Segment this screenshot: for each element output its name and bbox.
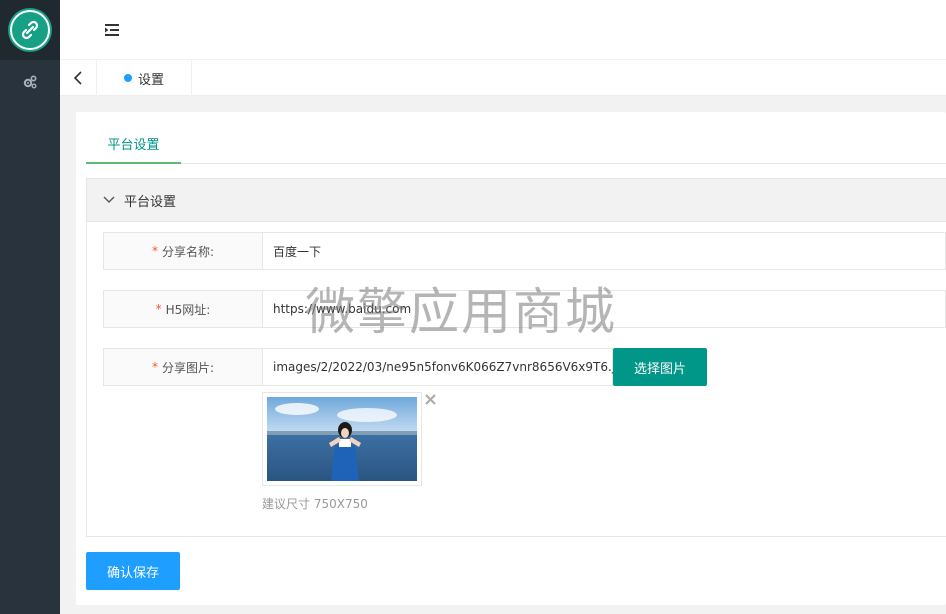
h5-url-label: * H5网址: — [103, 290, 263, 328]
h5-url-row: * H5网址: https://www.baidu.com — [103, 290, 946, 328]
select-image-button[interactable]: 选择图片 — [613, 348, 707, 386]
logo[interactable] — [0, 0, 60, 60]
sidebar-item-settings[interactable] — [0, 60, 60, 108]
share-image-label: * 分享图片: — [103, 348, 263, 386]
h5-url-input[interactable]: https://www.baidu.com — [263, 290, 946, 328]
content-tabs: 平台设置 — [86, 124, 946, 164]
chevron-left-icon[interactable] — [60, 60, 97, 96]
share-image-preview — [267, 397, 417, 481]
required-mark: * — [151, 360, 158, 374]
share-image-row: * 分享图片: images/2/2022/03/ne95n5fonv6K066… — [103, 348, 946, 386]
platform-settings-panel: 平台设置 * 分享名称: 百度一下 * H5网址: https://www.ba… — [86, 178, 946, 537]
tab-platform-settings[interactable]: 平台设置 — [86, 124, 181, 164]
panel-title: 平台设置 — [124, 194, 177, 210]
settings-card: 平台设置 平台设置 * 分享名称: 百度一下 * H5网址: https://w… — [76, 112, 946, 605]
chevron-down-icon — [103, 193, 115, 208]
active-dot — [123, 74, 132, 82]
panel-header[interactable]: 平台设置 — [87, 179, 946, 222]
share-name-input[interactable]: 百度一下 — [263, 232, 946, 270]
page-tab-bar: 设置 — [60, 60, 946, 96]
gears-icon — [22, 74, 38, 94]
required-mark: * — [155, 302, 162, 316]
link-logo-icon — [10, 10, 50, 50]
image-thumbnail[interactable] — [262, 392, 422, 486]
save-button[interactable]: 确认保存 — [86, 552, 180, 590]
sidebar — [0, 0, 60, 614]
tab-settings[interactable]: 设置 — [97, 60, 192, 96]
required-mark: * — [151, 244, 158, 258]
close-icon[interactable] — [425, 394, 436, 413]
share-name-row: * 分享名称: 百度一下 — [103, 232, 946, 270]
top-bar — [60, 0, 946, 60]
share-image-path-input[interactable]: images/2/2022/03/ne95n5fonv6K066Z7vnr865… — [263, 348, 638, 386]
image-size-hint: 建议尺寸 750X750 — [262, 497, 368, 511]
tab-settings-label: 设置 — [137, 72, 164, 88]
share-name-label: * 分享名称: — [103, 232, 263, 270]
menu-fold-icon[interactable] — [100, 18, 124, 42]
